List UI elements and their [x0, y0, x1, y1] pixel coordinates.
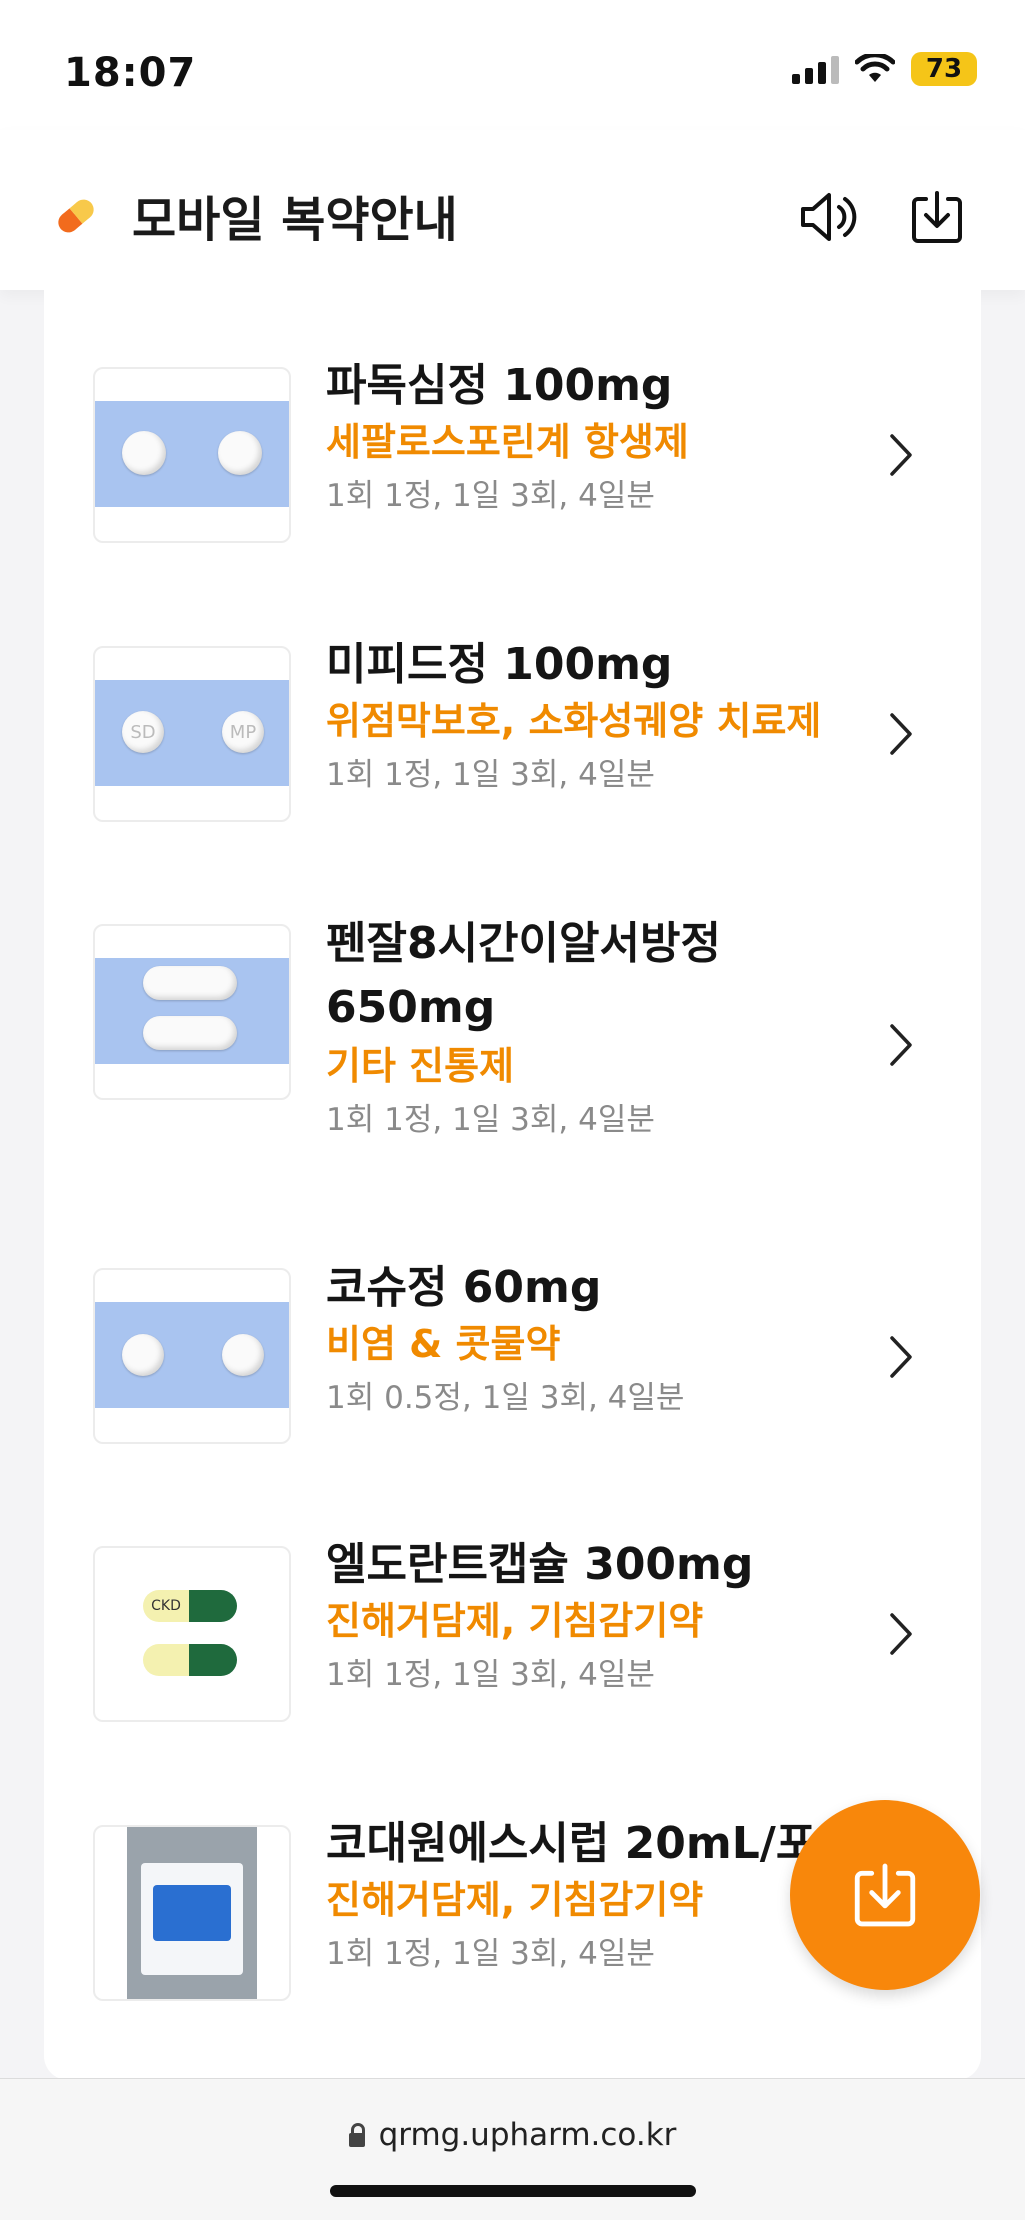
capsule-image: CKD — [93, 1546, 291, 1722]
status-indicators: 73 — [792, 52, 977, 86]
pill-image: SD MP — [93, 646, 291, 822]
speaker-icon — [801, 193, 857, 241]
download-icon — [912, 191, 962, 243]
pill-logo-icon — [58, 199, 94, 233]
battery-indicator: 73 — [911, 52, 977, 86]
medication-class: 위점막보호, 소화성궤양 치료제 — [326, 699, 822, 743]
medication-dosage: 1회 0.5정, 1일 3회, 4일분 — [326, 1380, 685, 1416]
medication-dosage: 1회 1정, 1일 3회, 4일분 — [326, 1657, 655, 1693]
medication-class: 비염 & 콧물약 — [326, 1322, 561, 1366]
status-time: 18:07 — [64, 50, 197, 96]
page-title: 모바일 복약안내 — [132, 192, 458, 248]
chevron-right-icon — [890, 1336, 912, 1378]
pill-image — [93, 367, 291, 543]
url-text: qrmg.upharm.co.kr — [378, 2117, 677, 2153]
chevron-right-icon — [890, 713, 912, 755]
medication-name: 엘도란트캡슐 300mg — [326, 1539, 754, 1590]
sound-button[interactable] — [793, 182, 863, 252]
download-icon — [854, 1863, 916, 1927]
browser-url-bar[interactable]: qrmg.upharm.co.kr — [0, 2078, 1025, 2220]
download-fab-button[interactable] — [790, 1800, 980, 1990]
medication-class: 세팔로스포린계 항생제 — [326, 420, 689, 464]
medication-name: 코대원에스시럽 20mL/포 — [326, 1818, 817, 1869]
medication-dosage: 1회 1정, 1일 3회, 4일분 — [326, 1102, 655, 1138]
wifi-icon — [855, 54, 895, 82]
medication-name-line-1: 펜잘8시간이알서방정 — [326, 918, 721, 969]
medication-class: 기타 진통제 — [326, 1044, 515, 1088]
download-button[interactable] — [902, 182, 972, 252]
url-display[interactable]: qrmg.upharm.co.kr — [0, 2117, 1025, 2153]
cellular-signal-icon — [792, 54, 839, 84]
medication-name-line-2: 650mg — [326, 982, 496, 1033]
medication-name: 파독심정 100mg — [326, 360, 673, 411]
chevron-right-icon — [890, 1613, 912, 1655]
product-box-image — [93, 1825, 291, 2001]
app-header: 모바일 복약안내 — [0, 130, 1025, 290]
lock-icon — [348, 2123, 365, 2147]
home-indicator — [330, 2185, 696, 2197]
pill-image — [93, 1268, 291, 1444]
medication-dosage: 1회 1정, 1일 3회, 4일분 — [326, 1936, 655, 1972]
chevron-right-icon — [890, 1024, 912, 1066]
medication-name: 코슈정 60mg — [326, 1262, 602, 1313]
pill-image — [93, 924, 291, 1100]
medication-class: 진해거담제, 기침감기약 — [326, 1878, 704, 1922]
medication-name: 미피드정 100mg — [326, 639, 673, 690]
status-bar: 18:07 73 — [0, 0, 1025, 130]
medication-dosage: 1회 1정, 1일 3회, 4일분 — [326, 757, 655, 793]
medication-dosage: 1회 1정, 1일 3회, 4일분 — [326, 478, 655, 514]
chevron-right-icon — [890, 434, 912, 476]
medication-class: 진해거담제, 기침감기약 — [326, 1599, 704, 1643]
